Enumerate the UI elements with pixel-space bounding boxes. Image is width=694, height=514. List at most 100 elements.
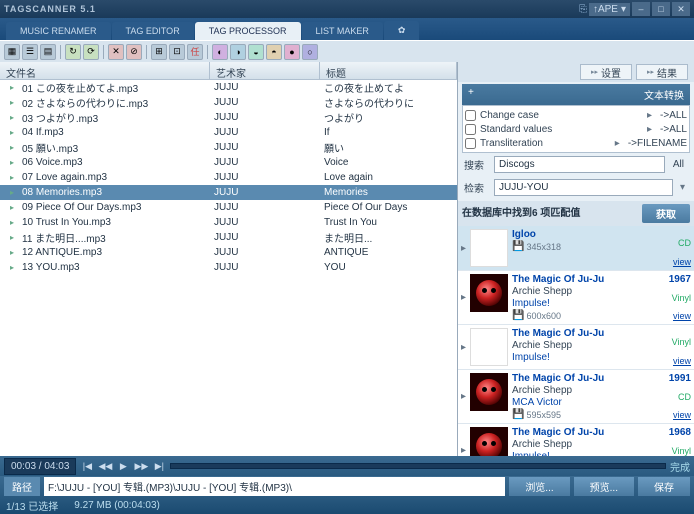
tab-list-maker[interactable]: LIST MAKER (302, 22, 383, 40)
panel-tab-settings[interactable]: ▸▸设置 (580, 64, 632, 80)
cover-thumb (470, 229, 508, 267)
next-button[interactable]: ▶| (152, 459, 166, 473)
option-checkbox[interactable] (465, 110, 476, 121)
result-item[interactable]: ▸Igloo💾345x318CDview (458, 226, 694, 271)
main-tabs: MUSIC RENAMERTAG EDITORTAG PROCESSORLIST… (0, 18, 694, 40)
close-button[interactable]: ✕ (672, 2, 690, 16)
path-label: 路径 (4, 477, 40, 496)
expand-icon[interactable]: ▸ (461, 243, 466, 254)
expand-icon[interactable]: ▸ (461, 445, 466, 456)
ffwd-button[interactable]: ▶▶ (134, 459, 148, 473)
query-label: 检索 (464, 180, 490, 195)
tool-15[interactable]: ● (284, 44, 300, 60)
encoding-dropdown[interactable]: ↑APE▾ (589, 3, 630, 16)
tool-7[interactable]: ⊘ (126, 44, 142, 60)
view-link[interactable]: view (673, 410, 691, 420)
file-list: ▸01 この夜を止めてよ.mp3JUJUこの夜を止めてよ▸02 さよならの代わり… (0, 80, 457, 456)
tool-6[interactable]: ✕ (108, 44, 124, 60)
maximize-button[interactable]: □ (652, 2, 670, 16)
prev-button[interactable]: |◀ (80, 459, 94, 473)
option-row[interactable]: Transliteration▸->FILENAME (465, 136, 687, 150)
rew-button[interactable]: ◀◀ (98, 459, 112, 473)
side-panel: ▸▸设置 ▸▸结果 + 文本转换 Change case▸->ALLStanda… (458, 62, 694, 456)
file-icon: ▸ (6, 158, 18, 168)
all-label[interactable]: All (669, 159, 688, 170)
progress-bar[interactable] (170, 463, 666, 469)
dropdown-icon[interactable]: ▾ (677, 182, 688, 193)
col-title[interactable]: 标题 (320, 62, 457, 79)
tool-1[interactable]: ▦ (4, 44, 20, 60)
search-input[interactable]: JUJU-YOU (494, 179, 673, 196)
tool-9[interactable]: ⊡ (169, 44, 185, 60)
option-checkbox[interactable] (465, 124, 476, 135)
settings-tab[interactable]: ✿ (384, 21, 420, 40)
file-row[interactable]: ▸02 さよならの代わりに.mp3JUJUさよならの代わりに (0, 95, 457, 110)
expand-icon[interactable]: ▸ (461, 342, 466, 353)
tool-14[interactable]: ◓ (266, 44, 282, 60)
fetch-button[interactable]: 获取 (642, 204, 690, 223)
file-row[interactable]: ▸04 If.mp3JUJUIf (0, 125, 457, 140)
tool-16[interactable]: ○ (302, 44, 318, 60)
result-item[interactable]: ▸The Magic Of Ju-JuArchie SheppImpulse!V… (458, 325, 694, 370)
tool-4[interactable]: ↻ (65, 44, 81, 60)
file-icon: ▸ (6, 98, 18, 108)
option-checkbox[interactable] (465, 138, 476, 149)
file-row[interactable]: ▸12 ANTIQUE.mp3JUJUANTIQUE (0, 245, 457, 260)
tool-2[interactable]: ☰ (22, 44, 38, 60)
tool-12[interactable]: ◑ (230, 44, 246, 60)
provider-select[interactable]: Discogs (494, 156, 665, 173)
result-item[interactable]: ▸The Magic Of Ju-JuArchie SheppMCA Victo… (458, 370, 694, 424)
expand-icon[interactable]: + (468, 87, 474, 102)
tool-5[interactable]: ⟳ (83, 44, 99, 60)
path-bar: 路径 F:\JUJU - [YOU] 专辑.(MP3)\JUJU - [YOU]… (0, 476, 694, 496)
file-icon: ▸ (6, 128, 18, 138)
tool-3[interactable]: ▤ (40, 44, 56, 60)
file-pane: 文件名 艺术家 标题 ▸01 この夜を止めてよ.mp3JUJUこの夜を止めてよ▸… (0, 62, 458, 456)
file-row[interactable]: ▸03 つよがり.mp3JUJUつよがり (0, 110, 457, 125)
option-row[interactable]: Change case▸->ALL (465, 108, 687, 122)
cover-thumb (470, 373, 508, 411)
preview-button[interactable]: 预览... (574, 477, 634, 496)
browse-button[interactable]: 浏览... (509, 477, 569, 496)
col-artist[interactable]: 艺术家 (210, 62, 320, 79)
col-filename[interactable]: 文件名 (0, 62, 210, 79)
file-row[interactable]: ▸11 また明日....mp3JUJUまた明日... (0, 230, 457, 245)
file-row[interactable]: ▸01 この夜を止めてよ.mp3JUJUこの夜を止めてよ (0, 80, 457, 95)
titlebar: TAGSCANNER 5.1 ⎘ ↑APE▾ – □ ✕ (0, 0, 694, 18)
tool-8[interactable]: ⊞ (151, 44, 167, 60)
tab-tag-processor[interactable]: TAG PROCESSOR (195, 22, 301, 40)
file-icon: ▸ (6, 248, 18, 258)
file-row[interactable]: ▸05 願い.mp3JUJU願い (0, 140, 457, 155)
result-item[interactable]: ▸The Magic Of Ju-JuArchie SheppImpulse!💾… (458, 271, 694, 325)
save-button[interactable]: 保存 (638, 477, 690, 496)
file-row[interactable]: ▸08 Memories.mp3JUJUMemories (0, 185, 457, 200)
tab-music-renamer[interactable]: MUSIC RENAMER (6, 22, 111, 40)
view-link[interactable]: view (673, 257, 691, 267)
cover-thumb (470, 427, 508, 456)
panel-tab-results[interactable]: ▸▸结果 (636, 64, 688, 80)
size-status: 9.27 MB (00:04:03) (74, 500, 160, 511)
file-icon: ▸ (6, 83, 18, 93)
minimize-button[interactable]: – (632, 2, 650, 16)
file-icon: ▸ (6, 203, 18, 213)
play-button[interactable]: ▶ (116, 459, 130, 473)
path-input[interactable]: F:\JUJU - [YOU] 专辑.(MP3)\JUJU - [YOU] 专辑… (44, 477, 505, 496)
expand-icon[interactable]: ▸ (461, 391, 466, 402)
tool-11[interactable]: ◐ (212, 44, 228, 60)
expand-icon[interactable]: ▸ (461, 292, 466, 303)
tab-tag-editor[interactable]: TAG EDITOR (112, 22, 194, 40)
file-row[interactable]: ▸10 Trust In You.mp3JUJUTrust In You (0, 215, 457, 230)
results-count: 在数据库中找到6 项匹配值 (462, 204, 580, 223)
file-row[interactable]: ▸13 YOU.mp3JUJUYOU (0, 260, 457, 275)
file-row[interactable]: ▸09 Piece Of Our Days.mp3JUJUPiece Of Ou… (0, 200, 457, 215)
result-item[interactable]: ▸The Magic Of Ju-JuArchie SheppImpulse!💾… (458, 424, 694, 456)
player-bar: 00:03 / 04:03 |◀ ◀◀ ▶ ▶▶ ▶| 完成 (0, 456, 694, 476)
view-link[interactable]: view (673, 356, 691, 366)
option-row[interactable]: Standard values▸->ALL (465, 122, 687, 136)
file-row[interactable]: ▸07 Love again.mp3JUJULove again (0, 170, 457, 185)
search-src-label: 搜索 (464, 157, 490, 172)
file-row[interactable]: ▸06 Voice.mp3JUJUVoice (0, 155, 457, 170)
tool-13[interactable]: ◒ (248, 44, 264, 60)
tool-10[interactable]: 任 (187, 44, 203, 60)
view-link[interactable]: view (673, 311, 691, 321)
